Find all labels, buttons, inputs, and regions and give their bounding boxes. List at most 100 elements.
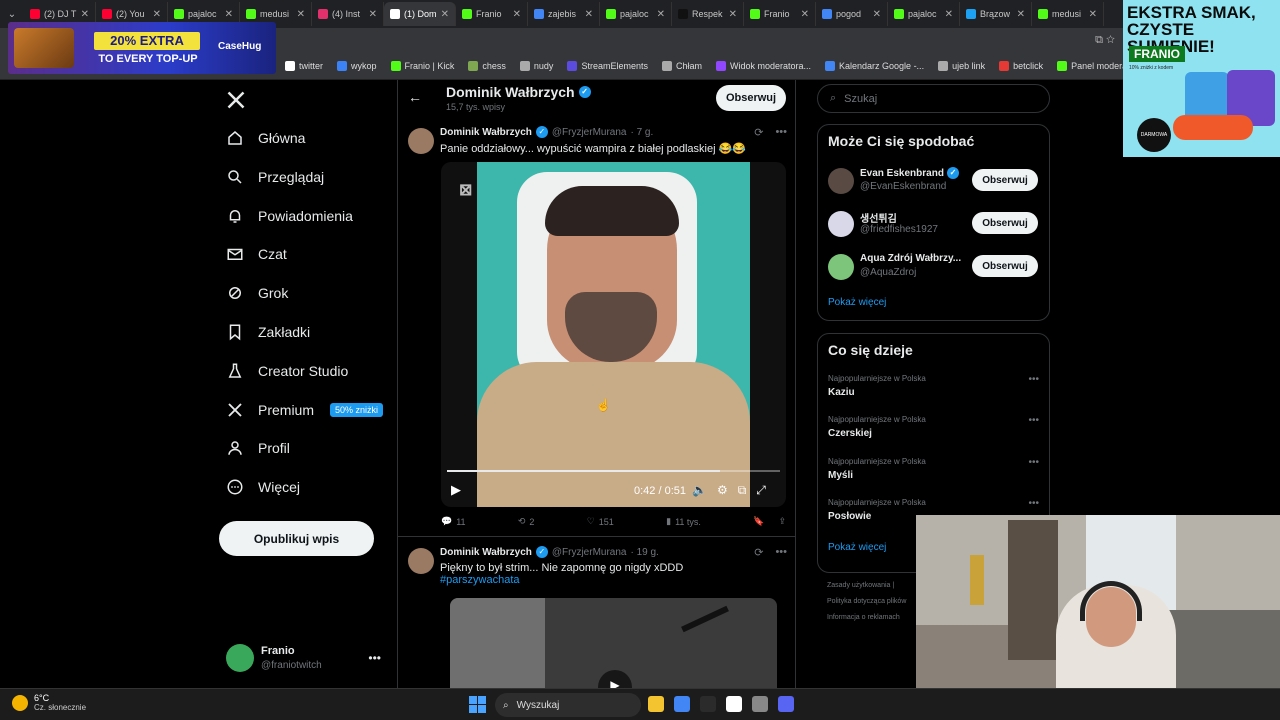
- bookmark-item[interactable]: Widok moderatora...: [715, 60, 811, 71]
- browser-tab[interactable]: Brązow ✕: [960, 2, 1032, 26]
- footer-link[interactable]: Informacja o reklamach: [827, 610, 917, 626]
- views-button[interactable]: ▮ 11 tys.: [666, 516, 701, 527]
- like-button[interactable]: ♡ 151: [587, 516, 614, 527]
- taskbar-app-icon[interactable]: [752, 696, 768, 712]
- avatar[interactable]: [828, 254, 854, 280]
- avatar[interactable]: [408, 128, 434, 154]
- close-tab-icon[interactable]: ✕: [369, 9, 377, 20]
- close-tab-icon[interactable]: ✕: [585, 9, 593, 20]
- publish-post-button[interactable]: Opublikuj wpis: [219, 521, 374, 556]
- repost-button[interactable]: ⟲ 2: [518, 516, 535, 527]
- browser-tab[interactable]: zajebis ✕: [528, 2, 600, 26]
- reply-button[interactable]: 💬 11: [441, 516, 466, 527]
- bookmark-item[interactable]: chess: [468, 60, 506, 71]
- volume-icon[interactable]: 🔈: [692, 483, 707, 498]
- more-icon[interactable]: •••: [775, 546, 787, 559]
- browser-tab[interactable]: Respek ✕: [672, 2, 744, 26]
- bookmark-item[interactable]: betclick: [999, 60, 1043, 71]
- grok-icon[interactable]: ⟳: [754, 546, 763, 559]
- trend-item[interactable]: Najpopularniejsze w Polska Kaziu •••: [828, 374, 1043, 404]
- close-tab-icon[interactable]: ✕: [1089, 9, 1097, 20]
- avatar[interactable]: [408, 548, 434, 574]
- video-player[interactable]: ⊠ ☝ ▶ 0:42 / 0:51 🔈 ⚙ ⧉ ⤢: [441, 162, 786, 507]
- post[interactable]: Dominik Wałbrzych ✓ @FryzjerMurana · 19 …: [398, 542, 795, 602]
- browser-tab[interactable]: Franio ✕: [744, 2, 816, 26]
- footer-link[interactable]: Zasady użytkowania |: [827, 578, 917, 594]
- pip-icon[interactable]: ⧉: [738, 483, 747, 498]
- search-box[interactable]: ⌕ Szukaj: [817, 84, 1050, 113]
- extensions-icon[interactable]: ⧉ ☆: [1095, 34, 1115, 47]
- close-tab-icon[interactable]: ✕: [801, 9, 809, 20]
- bookmark-button[interactable]: 🔖 ⇪: [753, 516, 786, 527]
- browser-tab[interactable]: (4) Inst ✕: [312, 2, 384, 26]
- grok-icon[interactable]: ⟳: [754, 126, 763, 139]
- bookmark-item[interactable]: wykop: [337, 60, 377, 71]
- taskbar-app-icon[interactable]: [726, 696, 742, 712]
- suggested-account[interactable]: Aqua Zdrój Wałbrzy... @AquaZdroj Obserwuj: [828, 253, 1043, 285]
- show-more-link[interactable]: Pokaż więcej: [828, 542, 886, 553]
- more-icon[interactable]: •••: [368, 651, 381, 665]
- suggested-account[interactable]: Evan Eskenbrand ✓ @EvanEskenbrand Obserwuj: [828, 167, 1043, 199]
- more-icon[interactable]: •••: [1028, 457, 1039, 468]
- follow-button[interactable]: Obserwuj: [716, 85, 786, 111]
- nav-item-6[interactable]: Creator Studio: [226, 355, 396, 387]
- more-icon[interactable]: •••: [1028, 374, 1039, 385]
- close-tab-icon[interactable]: ✕: [225, 9, 233, 20]
- browser-tab[interactable]: medusi ✕: [1032, 2, 1104, 26]
- nav-item-4[interactable]: Grok: [226, 277, 396, 309]
- nav-item-5[interactable]: Zakładki: [226, 316, 396, 348]
- search-input[interactable]: Szukaj: [844, 93, 877, 105]
- settings-icon[interactable]: ⚙: [717, 483, 728, 498]
- close-tab-icon[interactable]: ✕: [81, 9, 89, 20]
- browser-tab[interactable]: pogod ✕: [816, 2, 888, 26]
- close-tab-icon[interactable]: ✕: [945, 9, 953, 20]
- bookmark-item[interactable]: Chłam: [661, 60, 702, 71]
- close-tab-icon[interactable]: ✕: [873, 9, 881, 20]
- nav-item-2[interactable]: Powiadomienia: [226, 200, 396, 232]
- follow-button[interactable]: Obserwuj: [972, 255, 1038, 277]
- close-tab-icon[interactable]: ✕: [513, 9, 521, 20]
- bookmark-item[interactable]: Kalendarz Google -...: [825, 60, 924, 71]
- play-icon[interactable]: ▶: [598, 670, 632, 688]
- close-tab-icon[interactable]: ✕: [1017, 9, 1025, 20]
- suggested-name[interactable]: 생선튀김: [860, 210, 968, 225]
- franio-drink-ad[interactable]: EKSTRA SMAK, CZYSTE SUMIENIE! FRANIO 10%…: [1123, 0, 1280, 157]
- bookmark-item[interactable]: ujeb link: [938, 60, 985, 71]
- video-progress-bar[interactable]: [447, 470, 780, 472]
- play-icon[interactable]: ▶: [451, 482, 461, 498]
- weather-widget[interactable]: 6°C Cz. słonecznie: [12, 693, 86, 712]
- show-more-link[interactable]: Pokaż więcej: [828, 297, 886, 308]
- back-arrow-icon[interactable]: ←: [408, 89, 422, 105]
- taskbar-app-icon[interactable]: [778, 696, 794, 712]
- more-icon[interactable]: •••: [1028, 498, 1039, 509]
- close-tab-icon[interactable]: ✕: [297, 9, 305, 20]
- follow-button[interactable]: Obserwuj: [972, 169, 1038, 191]
- more-icon[interactable]: •••: [1028, 415, 1039, 426]
- footer-link[interactable]: Polityka dotycząca plików: [827, 594, 917, 610]
- taskbar-app-icon[interactable]: [648, 696, 664, 712]
- suggested-name[interactable]: Aqua Zdrój Wałbrzy...: [860, 253, 968, 264]
- follow-button[interactable]: Obserwuj: [972, 212, 1038, 234]
- taskbar-search[interactable]: ⌕ Wyszukaj: [495, 693, 641, 717]
- bookmark-item[interactable]: Franio | Kick: [390, 60, 454, 71]
- windows-start-icon[interactable]: [469, 696, 486, 713]
- nav-item-0[interactable]: Główna: [226, 122, 396, 154]
- bookmark-item[interactable]: nudy: [519, 60, 553, 71]
- video-thumbnail[interactable]: ▶: [450, 598, 777, 688]
- bookmark-item[interactable]: StreamElements: [567, 60, 648, 71]
- browser-tab[interactable]: Franio ✕: [456, 2, 528, 26]
- avatar[interactable]: [828, 168, 854, 194]
- hashtag-link[interactable]: #parszywachata: [440, 574, 785, 586]
- post-author[interactable]: Dominik Wałbrzych: [440, 127, 532, 138]
- share-icon[interactable]: ⇪: [778, 516, 786, 527]
- bookmark-item[interactable]: twitter: [285, 60, 323, 71]
- nav-item-8[interactable]: Profil: [226, 432, 396, 464]
- post-handle[interactable]: @FryzjerMurana: [552, 127, 627, 138]
- account-switcher[interactable]: Franio @franiotwitch •••: [226, 642, 391, 676]
- nav-item-9[interactable]: Więcej: [226, 471, 396, 503]
- suggested-name[interactable]: Evan Eskenbrand ✓: [860, 167, 968, 179]
- avatar[interactable]: [828, 211, 854, 237]
- post-author[interactable]: Dominik Wałbrzych: [440, 547, 532, 558]
- close-tab-icon[interactable]: ✕: [441, 9, 449, 20]
- more-icon[interactable]: •••: [775, 126, 787, 139]
